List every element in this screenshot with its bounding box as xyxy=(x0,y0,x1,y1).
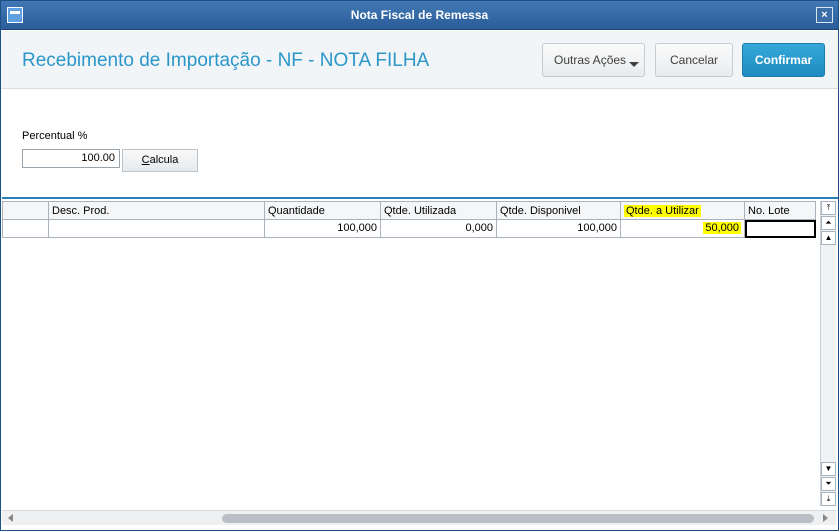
table-row[interactable]: 100,000 0,000 100,000 50,000 xyxy=(2,220,816,238)
cancel-button[interactable]: Cancelar xyxy=(655,43,733,77)
column-header-no-lote[interactable]: No. Lote xyxy=(745,201,816,220)
scroll-left-icon[interactable] xyxy=(8,514,13,522)
scroll-page-up-icon[interactable]: ⏶ xyxy=(821,216,836,230)
qtde-utilizada-cell[interactable]: 0,000 xyxy=(381,220,497,238)
page-header: Recebimento de Importação - NF - NOTA FI… xyxy=(1,31,838,89)
scroll-up-icon[interactable]: ▲ xyxy=(821,231,836,245)
grid-header-row: Desc. Prod. Quantidade Qtde. Utilizada Q… xyxy=(2,201,816,220)
close-icon[interactable]: × xyxy=(816,7,833,23)
column-header-qtde-utilizada[interactable]: Qtde. Utilizada xyxy=(381,201,497,220)
calcula-mnemonic: C xyxy=(141,154,150,166)
percentual-label: Percentual % xyxy=(22,130,88,142)
qtde-a-utilizar-cell[interactable]: 50,000 xyxy=(621,220,745,238)
desc-prod-cell[interactable] xyxy=(49,220,265,238)
page-title: Recebimento de Importação - NF - NOTA FI… xyxy=(22,50,430,71)
percentual-input[interactable]: 100.00 xyxy=(22,149,120,168)
highlighted-header-label: Qtde. a Utilizar xyxy=(624,205,701,217)
outras-acoes-label: Outras Ações xyxy=(554,53,627,67)
column-header-desc-prod[interactable]: Desc. Prod. xyxy=(49,201,265,220)
row-indicator-cell[interactable] xyxy=(2,220,49,238)
scroll-right-icon[interactable] xyxy=(823,514,828,522)
confirm-button[interactable]: Confirmar xyxy=(742,43,825,77)
scroll-bottom-icon[interactable]: ⤓ xyxy=(821,492,836,506)
items-grid: Desc. Prod. Quantidade Qtde. Utilizada Q… xyxy=(2,197,838,526)
scroll-page-down-icon[interactable]: ⏷ xyxy=(821,477,836,491)
calcula-label: alcula xyxy=(149,154,179,166)
column-header-quantidade[interactable]: Quantidade xyxy=(265,201,381,220)
qtde-disponivel-cell[interactable]: 100,000 xyxy=(497,220,621,238)
column-header-qtde-disponivel[interactable]: Qtde. Disponivel xyxy=(497,201,621,220)
scroll-down-icon[interactable]: ▼ xyxy=(821,462,836,476)
caret-down-icon xyxy=(629,62,639,67)
quantidade-cell[interactable]: 100,000 xyxy=(265,220,381,238)
column-header-indicator[interactable] xyxy=(2,201,49,220)
horizontal-scrollbar[interactable] xyxy=(2,510,836,525)
vertical-scrollbar[interactable]: ⤒ ⏶ ▲ ▼ ⏷ ⤓ xyxy=(820,201,836,506)
outras-acoes-button[interactable]: Outras Ações xyxy=(542,43,645,77)
no-lote-cell[interactable] xyxy=(745,220,816,238)
qtde-a-utilizar-value: 50,000 xyxy=(703,222,741,234)
column-header-qtde-a-utilizar[interactable]: Qtde. a Utilizar xyxy=(621,201,745,220)
horizontal-scroll-thumb[interactable] xyxy=(222,514,814,523)
scroll-top-icon[interactable]: ⤒ xyxy=(821,201,836,215)
title-bar: Nota Fiscal de Remessa × xyxy=(1,1,838,30)
dialog-window: Nota Fiscal de Remessa × Recebimento de … xyxy=(0,0,839,531)
calcula-button[interactable]: Calcula xyxy=(122,149,198,172)
window-title: Nota Fiscal de Remessa xyxy=(350,8,489,22)
